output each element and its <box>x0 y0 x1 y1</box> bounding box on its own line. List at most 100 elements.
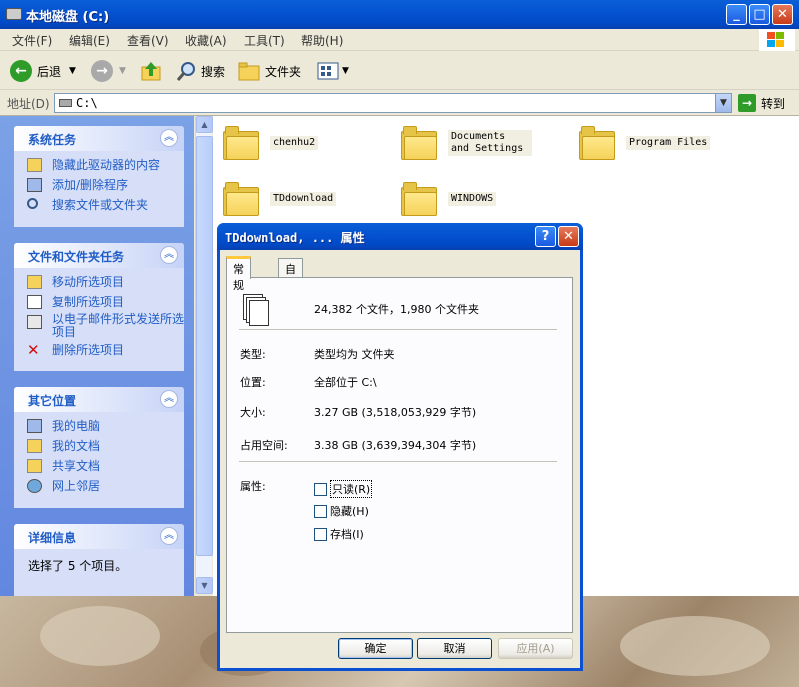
panel-header[interactable]: 详细信息 ︽ <box>14 524 184 549</box>
menu-file[interactable]: 文件(F) <box>12 32 52 49</box>
readonly-checkbox[interactable]: 只读(R) <box>314 480 373 498</box>
divider <box>239 461 557 462</box>
task-label: 移动所选项目 <box>52 275 125 289</box>
task-copy-items[interactable]: 复制所选项目 <box>14 292 184 312</box>
place-shared-documents[interactable]: 共享文档 <box>14 456 184 476</box>
place-label: 我的文档 <box>52 439 101 453</box>
desktop-blob <box>40 606 160 666</box>
panel-header[interactable]: 其它位置 ︽ <box>14 387 184 412</box>
folder-icon <box>401 126 437 160</box>
maximize-button[interactable]: □ <box>749 4 770 25</box>
details-text: 选择了 5 个项目。 <box>28 559 128 573</box>
tab-customize[interactable]: 自定义 <box>278 258 303 308</box>
programs-icon <box>27 178 42 192</box>
task-pane: 系统任务 ︽ 隐藏此驱动器的内容 添加/删除程序 搜索文件或文件夹 文件和文件夹任… <box>0 116 194 596</box>
folder-name: Program Files <box>626 136 711 150</box>
apply-button[interactable]: 应用(A) <box>498 638 573 659</box>
hide-icon <box>27 158 42 172</box>
chevron-down-icon[interactable]: ▼ <box>69 66 76 76</box>
task-delete-items[interactable]: ✕ 删除所选项目 <box>14 340 184 360</box>
search-button[interactable]: 搜索 <box>175 58 225 84</box>
folder-name: chenhu2 <box>270 136 319 150</box>
help-button[interactable]: ? <box>535 226 556 247</box>
views-icon <box>317 62 339 80</box>
folder-icon <box>223 126 259 160</box>
folder-icon <box>401 182 437 216</box>
checkbox-box[interactable] <box>314 482 327 496</box>
go-arrow-icon[interactable]: → <box>738 94 756 112</box>
folder-item[interactable]: Program Files <box>579 126 711 160</box>
collapse-icon[interactable]: ︽ <box>160 246 178 264</box>
task-email-items[interactable]: 以电子邮件形式发送所选项目 <box>14 312 184 340</box>
panel-header[interactable]: 文件和文件夹任务 ︽ <box>14 243 184 268</box>
collapse-icon[interactable]: ︽ <box>160 390 178 408</box>
back-button[interactable]: ← 后退 ▼ <box>10 58 76 84</box>
close-button[interactable]: ✕ <box>772 4 793 25</box>
cancel-button[interactable]: 取消 <box>417 638 492 659</box>
scroll-down-button[interactable]: ▼ <box>196 577 213 594</box>
folders-label: 文件夹 <box>265 64 302 79</box>
chevron-down-icon[interactable]: ▼ <box>119 66 126 76</box>
menu-view[interactable]: 查看(V) <box>127 32 169 49</box>
place-label: 共享文档 <box>52 459 101 473</box>
folder-item[interactable]: Documents and Settings <box>401 126 532 160</box>
search-label: 搜索 <box>201 64 226 79</box>
folder-up-icon <box>141 62 161 81</box>
place-my-documents[interactable]: 我的文档 <box>14 436 184 456</box>
scroll-up-button[interactable]: ▲ <box>196 116 213 133</box>
archive-checkbox[interactable]: 存档(I) <box>314 526 364 542</box>
folder-item[interactable]: chenhu2 <box>223 126 319 160</box>
views-button[interactable]: ▼ <box>316 58 349 84</box>
task-search-files[interactable]: 搜索文件或文件夹 <box>14 195 184 215</box>
dialog-title-bar[interactable]: TDdownload, ... 属性 ? ✕ <box>217 223 583 250</box>
address-input[interactable]: C:\ ▼ <box>54 93 732 113</box>
title-bar[interactable]: 本地磁盘 (C:) _ □ ✕ <box>0 0 799 29</box>
size-value: 3.27 GB (3,518,053,929 字节) <box>314 406 477 419</box>
task-hide-drive-contents[interactable]: 隐藏此驱动器的内容 <box>14 155 184 175</box>
place-network[interactable]: 网上邻居 <box>14 476 184 496</box>
other-places-panel: 其它位置 ︽ 我的电脑 我的文档 共享文档 网上邻居 <box>14 387 184 508</box>
checkbox-box[interactable] <box>314 527 327 541</box>
search-icon <box>27 198 38 209</box>
address-value: C:\ <box>76 96 98 110</box>
toolbar: ← 后退 ▼ → ▼ 搜索 文件夹 ▼ <box>0 52 799 90</box>
up-button[interactable] <box>140 58 162 84</box>
minimize-button[interactable]: _ <box>726 4 747 25</box>
chevron-down-icon[interactable]: ▼ <box>342 66 349 76</box>
address-dropdown-button[interactable]: ▼ <box>715 94 731 112</box>
file-tasks-panel: 文件和文件夹任务 ︽ 移动所选项目 复制所选项目 以电子邮件形式发送所选项目 ✕ 删… <box>14 243 184 371</box>
go-button[interactable]: 转到 <box>761 95 785 112</box>
task-add-remove-programs[interactable]: 添加/删除程序 <box>14 175 184 195</box>
folder-icon <box>238 62 260 81</box>
forward-button[interactable]: → ▼ <box>91 58 126 84</box>
checkbox-box[interactable] <box>314 504 327 518</box>
menu-edit[interactable]: 编辑(E) <box>69 32 110 49</box>
disk-usage-label: 占用空间: <box>240 439 288 452</box>
menu-tools[interactable]: 工具(T) <box>244 32 285 49</box>
back-arrow-icon: ← <box>10 60 32 82</box>
details-panel: 详细信息 ︽ 选择了 5 个项目。 <box>14 524 184 596</box>
task-move-items[interactable]: 移动所选项目 <box>14 272 184 292</box>
scroll-thumb[interactable] <box>196 136 213 556</box>
ok-button[interactable]: 确定 <box>338 638 413 659</box>
folder-icon <box>223 182 259 216</box>
hidden-checkbox[interactable]: 隐藏(H) <box>314 503 369 519</box>
tab-general[interactable]: 常规 <box>226 256 251 292</box>
dialog-close-button[interactable]: ✕ <box>558 226 579 247</box>
task-label: 复制所选项目 <box>52 295 125 309</box>
folder-item[interactable]: TDdownload <box>223 182 337 216</box>
folder-item[interactable]: WINDOWS <box>401 182 497 216</box>
place-label: 网上邻居 <box>52 479 101 493</box>
menu-favorites[interactable]: 收藏(A) <box>185 32 227 49</box>
collapse-icon[interactable]: ︽ <box>160 129 178 147</box>
vertical-scrollbar[interactable]: ▲ ▼ <box>195 116 213 594</box>
desktop-blob <box>620 616 770 676</box>
documents-folder-icon <box>27 439 42 453</box>
panel-header[interactable]: 系统任务 ︽ <box>14 126 184 151</box>
folders-button[interactable]: 文件夹 <box>238 58 301 84</box>
windows-logo-icon <box>759 29 795 51</box>
panel-title: 系统任务 <box>28 133 77 147</box>
place-my-computer[interactable]: 我的电脑 <box>14 416 184 436</box>
menu-help[interactable]: 帮助(H) <box>301 32 343 49</box>
collapse-icon[interactable]: ︽ <box>160 527 178 545</box>
